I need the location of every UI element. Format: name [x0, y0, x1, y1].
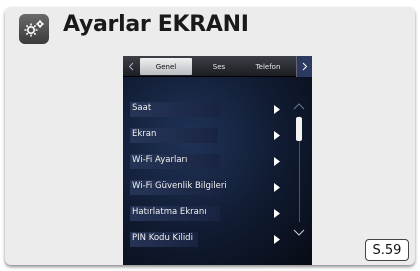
gears-icon [19, 14, 49, 44]
play-arrow-icon [274, 105, 280, 114]
page-title: Ayarlar EKRANI [63, 12, 249, 37]
tab-next-button[interactable] [296, 56, 312, 77]
tab-phone[interactable]: Telefon [244, 58, 292, 75]
play-arrow-icon [274, 183, 280, 192]
scroll-up-icon[interactable] [293, 102, 305, 110]
page-reference-badge: S.59 [365, 239, 409, 261]
play-arrow-icon [274, 235, 280, 244]
card-header: Ayarlar EKRANI [5, 7, 415, 47]
menu-item-pin-lock[interactable]: PIN Kodu Kilidi [123, 228, 289, 254]
menu-item-label: Wi-Fi Ayarları [132, 155, 188, 165]
menu-item-label: Ekran [132, 129, 157, 139]
play-arrow-icon [274, 131, 280, 140]
scrollbar-thumb[interactable] [296, 117, 302, 141]
menu-item-reminder-screen[interactable]: Hatırlatma Ekranı [123, 202, 289, 228]
tab-prev-button[interactable] [123, 56, 139, 77]
menu-item-wifi-security[interactable]: Wi-Fi Güvenlik Bilgileri [123, 176, 289, 202]
tab-general[interactable]: Genel [140, 58, 192, 75]
play-arrow-icon [274, 157, 280, 166]
info-card: Ayarlar EKRANI Genel Ses Telefon Saat Ek… [5, 7, 415, 265]
menu-item-label: Wi-Fi Güvenlik Bilgileri [132, 181, 227, 191]
tab-sound[interactable]: Ses [196, 58, 242, 75]
scroll-down-icon[interactable] [293, 229, 305, 237]
settings-screen: Genel Ses Telefon Saat Ekran Wi-Fi Ayarl… [123, 56, 312, 265]
menu-item-clock[interactable]: Saat [123, 98, 289, 124]
menu-item-label: Saat [132, 103, 152, 113]
menu-item-label: PIN Kodu Kilidi [132, 233, 193, 243]
menu-item-wifi-settings[interactable]: Wi-Fi Ayarları [123, 150, 289, 176]
chevron-right-icon [302, 62, 307, 71]
menu-item-display[interactable]: Ekran [123, 124, 289, 150]
chevron-left-icon [128, 62, 134, 71]
play-arrow-icon [274, 209, 280, 218]
menu-item-label: Hatırlatma Ekranı [132, 207, 207, 217]
tab-bar: Genel Ses Telefon [123, 56, 312, 77]
